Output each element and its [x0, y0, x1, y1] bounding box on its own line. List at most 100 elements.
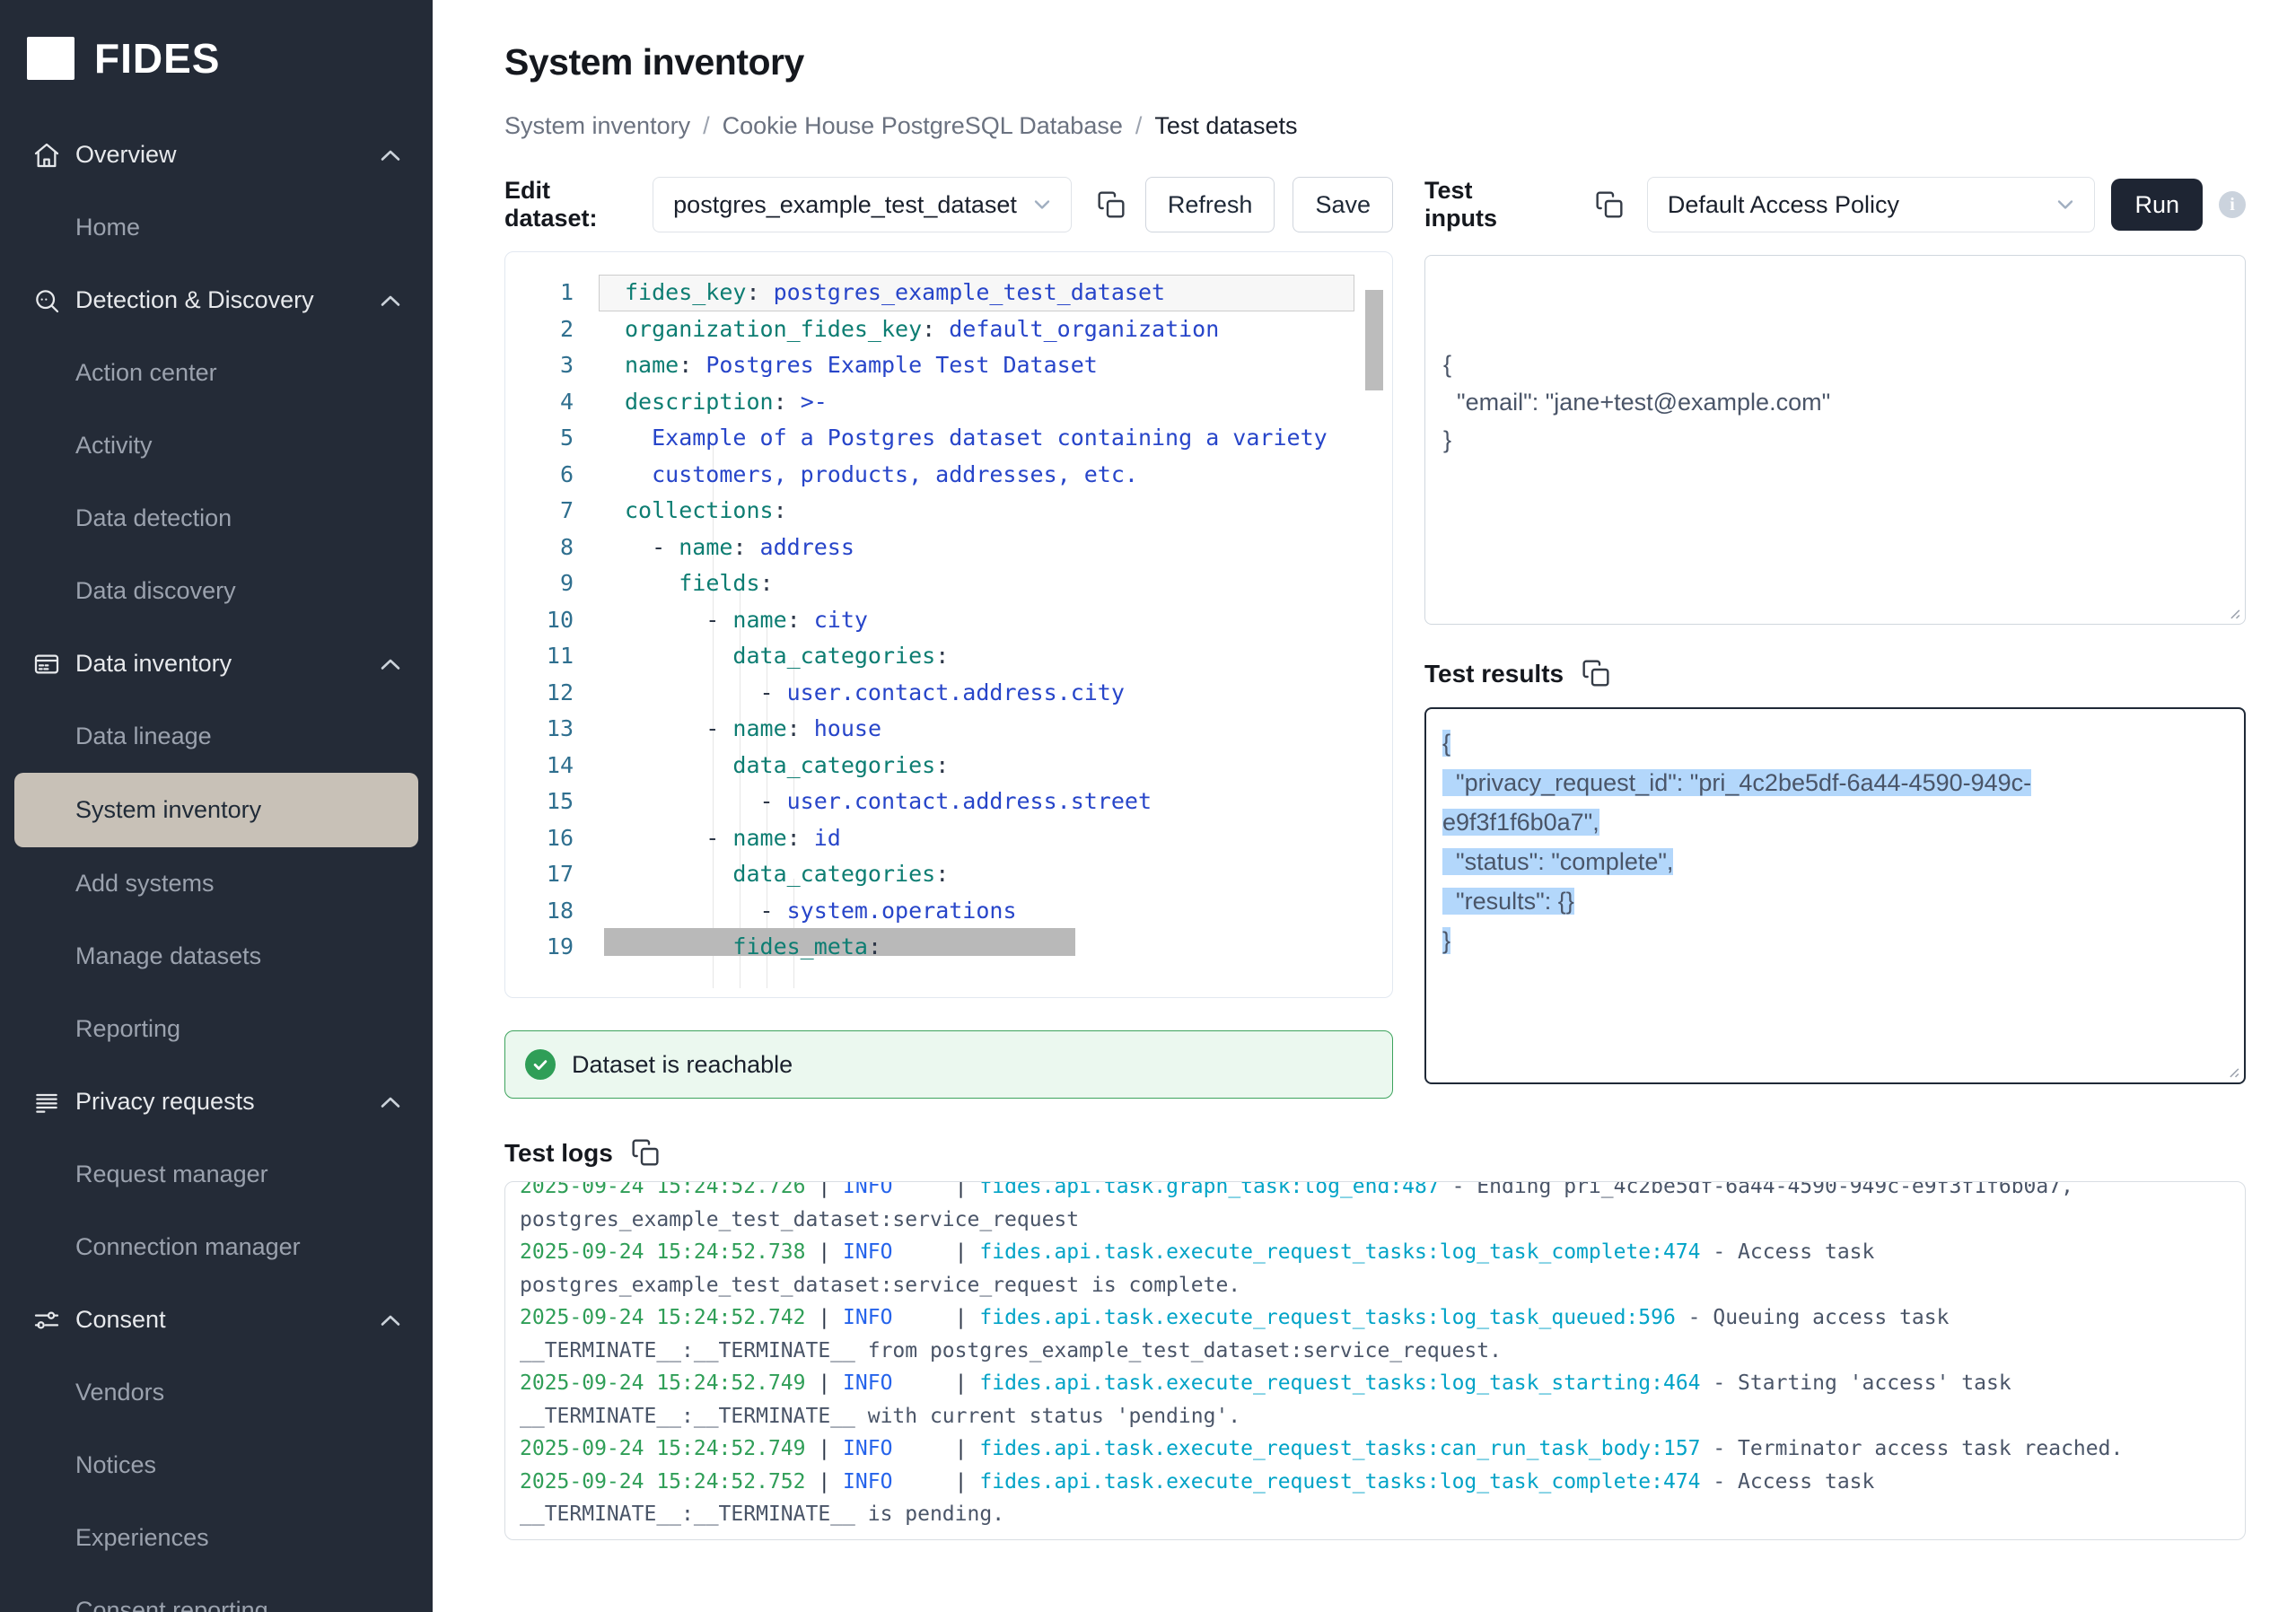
refresh-button[interactable]: Refresh — [1145, 177, 1275, 232]
sidebar-item-label: Consent reporting — [75, 1597, 268, 1612]
sidebar-item-data-inventory[interactable]: Data inventory — [0, 627, 433, 700]
editor-line-number: 17 — [505, 856, 593, 893]
sidebar-item-connection-manager[interactable]: Connection manager — [0, 1211, 433, 1283]
code-line: customers, products, addresses, etc. — [593, 457, 1392, 494]
sidebar-item-label: Notices — [75, 1451, 156, 1479]
editor-line-number: 12 — [505, 675, 593, 712]
test-results-label: Test results — [1424, 660, 1564, 688]
fides-logo-text: FIDES — [94, 34, 220, 83]
test-inputs-textarea[interactable]: { "email": "jane+test@example.com"} — [1424, 255, 2246, 625]
run-button[interactable]: Run — [2111, 179, 2203, 231]
info-icon[interactable]: i — [2219, 191, 2246, 218]
code-line: - name: address — [593, 530, 1392, 566]
policy-select[interactable]: Default Access Policy — [1647, 177, 2096, 232]
yaml-editor[interactable]: 12345678910111213141516171819 fides_key:… — [504, 251, 1393, 998]
save-button[interactable]: Save — [1293, 177, 1393, 232]
copy-test-logs-icon[interactable] — [631, 1138, 660, 1167]
code-line: - system.operations — [593, 893, 1392, 930]
test-logs-box[interactable]: 2025-09-24 15:24:52.726 | INFO | fides.a… — [504, 1181, 2246, 1540]
log-line: 2025-09-24 15:24:52.749 | INFO | fides.a… — [520, 1367, 2230, 1400]
sidebar-item-privacy-requests[interactable]: Privacy requests — [0, 1065, 433, 1138]
sidebar-item-request-manager[interactable]: Request manager — [0, 1138, 433, 1211]
sidebar-item-label: Data inventory — [75, 650, 232, 678]
sidebar-item-detection-discovery[interactable]: Detection & Discovery — [0, 264, 433, 337]
code-line: - user.contact.address.city — [593, 675, 1392, 712]
test-results-line: "privacy_request_id": "pri_4c2be5df-6a44… — [1442, 763, 2228, 802]
edit-dataset-column: Edit dataset: postgres_example_test_data… — [504, 176, 1393, 1099]
sidebar-item-label: System inventory — [75, 796, 261, 824]
editor-gutter: 12345678910111213141516171819 — [505, 275, 593, 966]
sidebar-item-label: Experiences — [75, 1524, 209, 1552]
edit-dataset-label: Edit dataset: — [504, 177, 600, 232]
chevron-down-icon — [1030, 192, 1055, 217]
app-logo[interactable]: FIDES — [0, 0, 433, 90]
top-columns: Edit dataset: postgres_example_test_data… — [504, 176, 2296, 1099]
sidebar-item-activity[interactable]: Activity — [0, 409, 433, 482]
sidebar-item-consent-reporting[interactable]: Consent reporting — [0, 1574, 433, 1612]
resize-handle-icon[interactable] — [2223, 1062, 2239, 1078]
sidebar-item-action-center[interactable]: Action center — [0, 337, 433, 409]
sidebar-item-label: Activity — [75, 432, 153, 460]
banner-text: Dataset is reachable — [572, 1051, 793, 1079]
copy-test-results-icon[interactable] — [1582, 659, 1610, 688]
home-icon — [32, 141, 61, 170]
detection-icon — [32, 286, 61, 315]
sidebar-item-label: Privacy requests — [75, 1088, 255, 1116]
sidebar-item-overview[interactable]: Overview — [0, 118, 433, 191]
editor-line-number: 1 — [505, 275, 593, 311]
copy-dataset-icon[interactable] — [1097, 190, 1126, 219]
sidebar-item-reporting[interactable]: Reporting — [0, 993, 433, 1065]
chevron-up-icon — [381, 658, 400, 670]
sidebar-item-add-systems[interactable]: Add systems — [0, 847, 433, 920]
test-inputs-label: Test inputs — [1424, 177, 1532, 232]
sidebar-item-notices[interactable]: Notices — [0, 1429, 433, 1502]
sidebar-item-data-lineage[interactable]: Data lineage — [0, 700, 433, 773]
log-line: 2025-09-24 15:24:52.752 | INFO | fides.a… — [520, 1466, 2230, 1499]
test-results-line: "results": {} — [1442, 881, 2228, 921]
log-line: __TERMINATE__:__TERMINATE__ is pending. — [520, 1498, 2230, 1531]
sidebar-item-label: Overview — [75, 141, 177, 169]
resize-handle-icon[interactable] — [2224, 603, 2240, 619]
sidebar-item-home[interactable]: Home — [0, 191, 433, 264]
editor-line-number: 4 — [505, 384, 593, 421]
breadcrumb-item-cookie-house-postgresql-database[interactable]: Cookie House PostgreSQL Database — [723, 112, 1123, 140]
sidebar-item-data-detection[interactable]: Data detection — [0, 482, 433, 555]
code-line: description: >- — [593, 384, 1392, 421]
sidebar-item-experiences[interactable]: Experiences — [0, 1502, 433, 1574]
log-line: 2025-09-24 15:24:52.738 | INFO | fides.a… — [520, 1236, 2230, 1269]
test-results-line: "status": "complete", — [1442, 842, 2228, 881]
fides-logo-icon — [27, 37, 74, 80]
test-logs-header: Test logs — [504, 1138, 2296, 1167]
edit-dataset-toolbar: Edit dataset: postgres_example_test_data… — [504, 176, 1393, 233]
breadcrumb-item-system-inventory[interactable]: System inventory — [504, 112, 690, 140]
editor-vertical-scrollbar[interactable] — [1365, 290, 1383, 390]
test-results-box[interactable]: { "privacy_request_id": "pri_4c2be5df-6a… — [1424, 707, 2246, 1084]
test-results-line: { — [1442, 723, 2228, 763]
editor-code-area[interactable]: fides_key: postgres_example_test_dataset… — [593, 275, 1392, 966]
sidebar-item-manage-datasets[interactable]: Manage datasets — [0, 920, 433, 993]
sidebar-item-system-inventory[interactable]: System inventory — [14, 773, 418, 847]
editor-line-number: 6 — [505, 457, 593, 494]
log-line: 2025-09-24 15:24:52.742 | INFO | fides.a… — [520, 1301, 2230, 1335]
sidebar-item-data-discovery[interactable]: Data discovery — [0, 555, 433, 627]
sidebar-nav: Overview Home Detection & DiscoveryAction … — [0, 118, 433, 1612]
breadcrumb-separator: / — [1135, 112, 1143, 140]
test-inputs-line: { — [1443, 346, 2227, 383]
sidebar-item-label: Reporting — [75, 1015, 180, 1043]
chevron-down-icon — [2053, 192, 2078, 217]
copy-test-inputs-icon[interactable] — [1595, 190, 1624, 219]
chevron-up-icon — [381, 1314, 400, 1327]
sidebar-item-consent[interactable]: Consent — [0, 1283, 433, 1356]
chevron-up-icon — [381, 149, 400, 162]
log-line: postgres_example_test_dataset:service_re… — [520, 1269, 2230, 1302]
sidebar-item-label: Home — [75, 214, 140, 241]
dataset-select[interactable]: postgres_example_test_dataset — [653, 177, 1072, 232]
sidebar-item-vendors[interactable]: Vendors — [0, 1356, 433, 1429]
sidebar-item-label: Request manager — [75, 1161, 268, 1188]
log-line: postgres_example_test_dataset:service_re… — [520, 1204, 2230, 1237]
code-line: fields: — [593, 565, 1392, 602]
test-inputs-line: "email": "jane+test@example.com" — [1443, 383, 2227, 421]
editor-line-number: 7 — [505, 493, 593, 530]
test-logs-content: 2025-09-24 15:24:52.726 | INFO | fides.a… — [520, 1181, 2230, 1531]
sidebar-item-label: Data lineage — [75, 723, 212, 750]
